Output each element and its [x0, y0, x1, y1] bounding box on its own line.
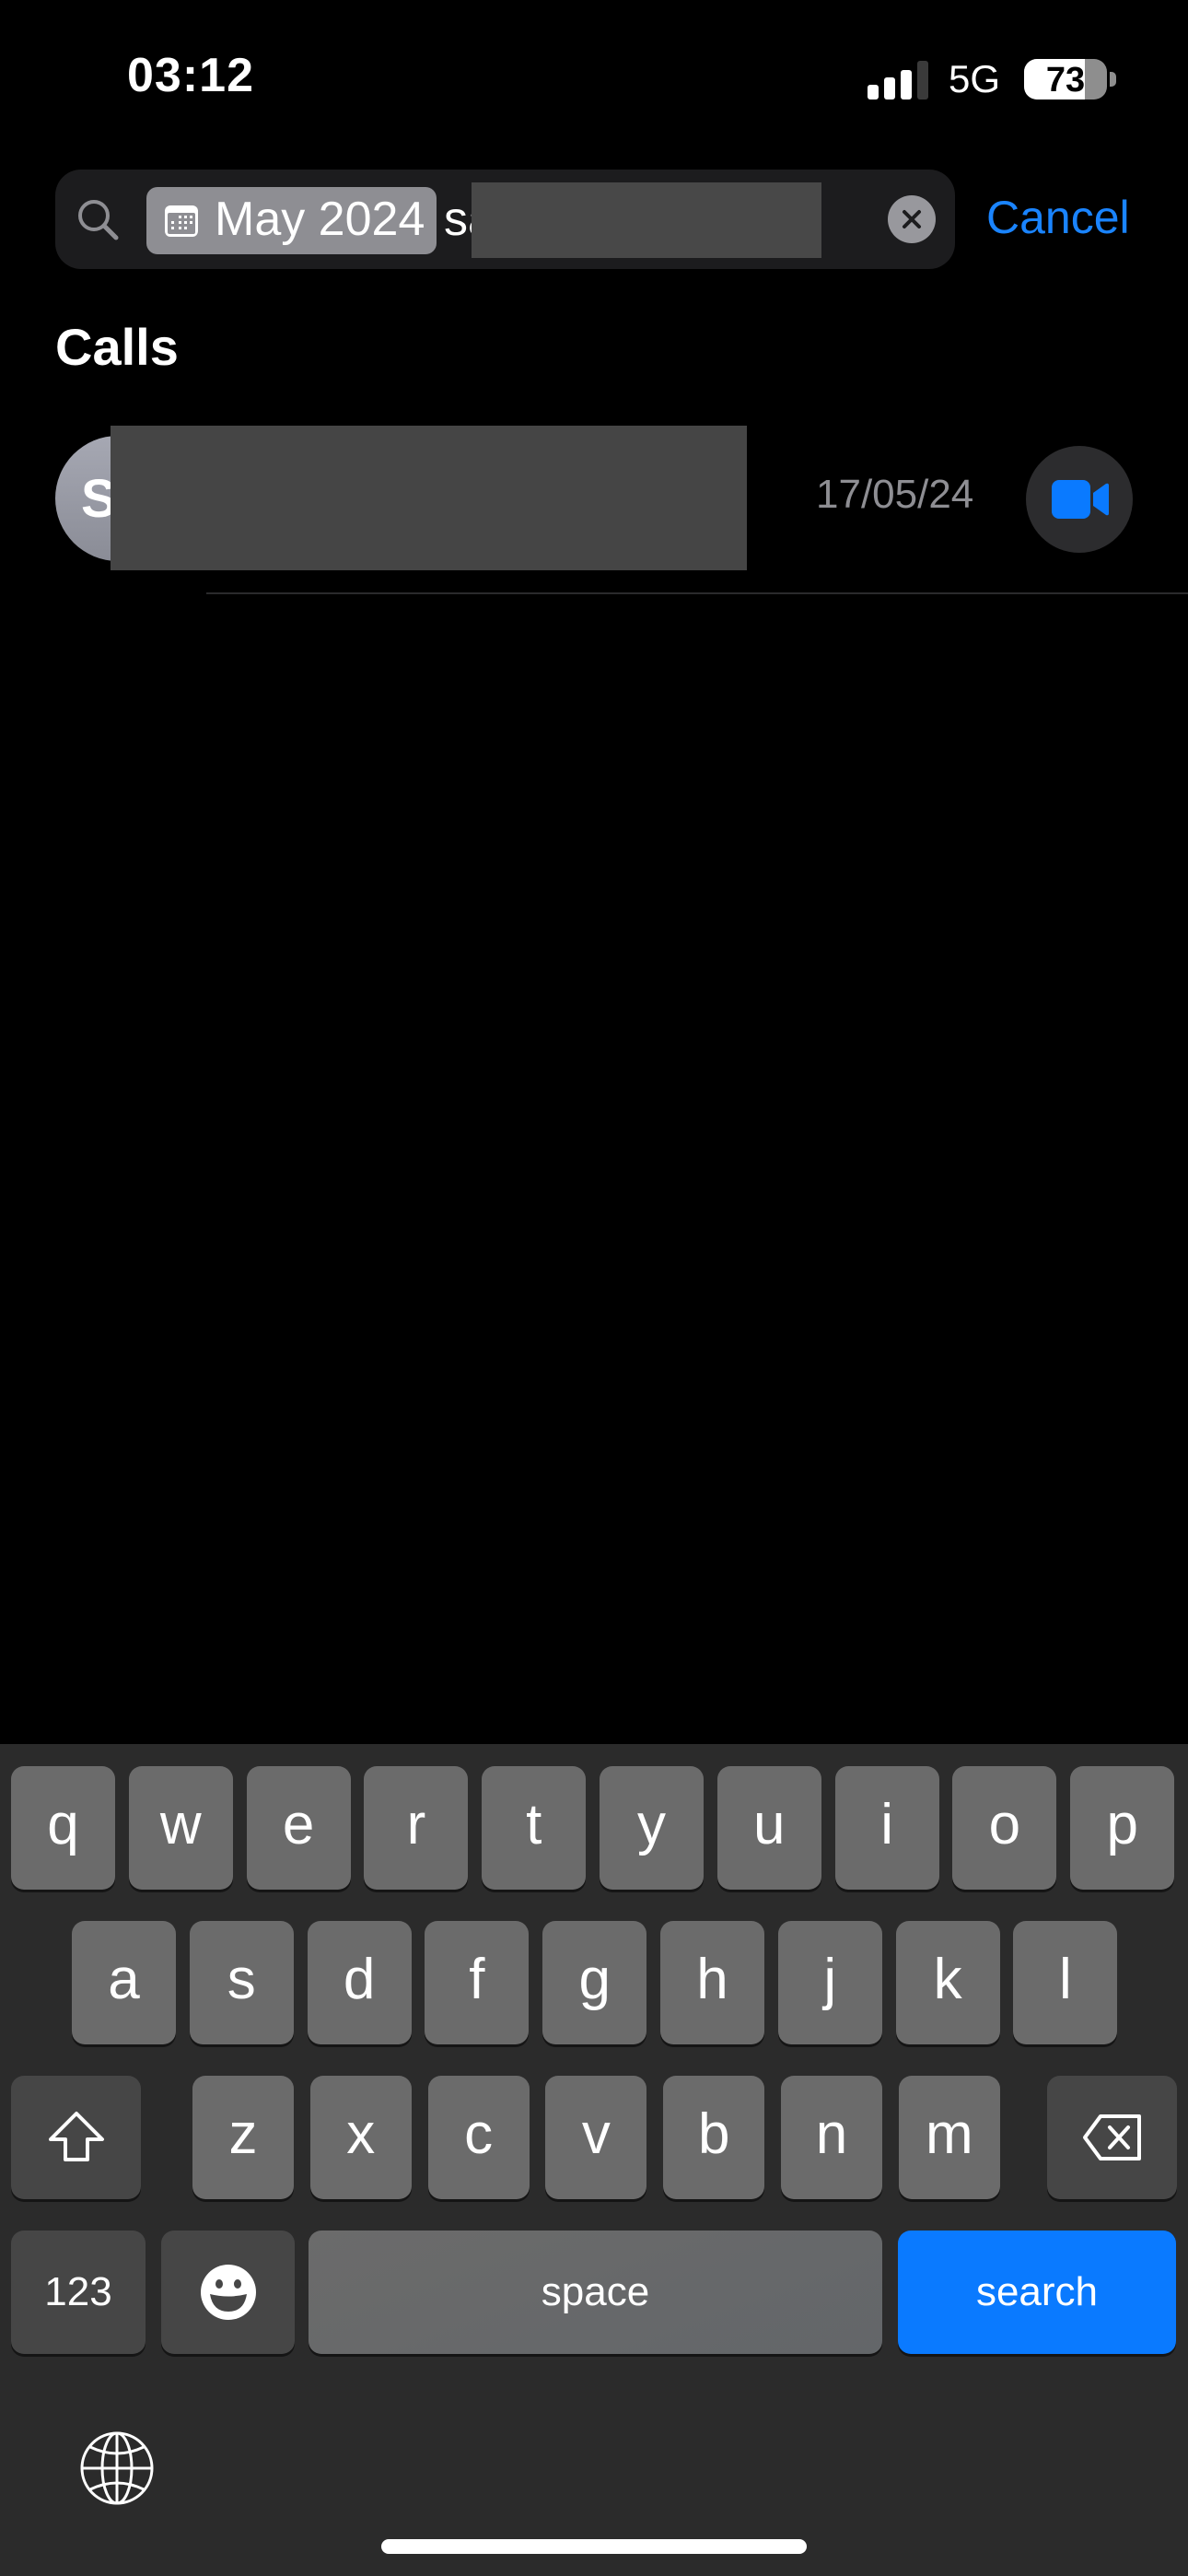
key-label: i: [880, 1792, 893, 1856]
key-y[interactable]: y: [600, 1766, 704, 1890]
numbers-key-label: 123: [44, 2269, 112, 2314]
delete-icon: [1082, 2114, 1141, 2160]
key-b[interactable]: b: [663, 2076, 765, 2199]
space-key[interactable]: space: [309, 2231, 882, 2354]
key-label: h: [696, 1947, 728, 2011]
key-h[interactable]: h: [660, 1921, 764, 2044]
signal-bar: [901, 70, 912, 100]
cellular-signal-icon: [868, 61, 928, 100]
key-label: z: [228, 2102, 258, 2166]
key-label: b: [697, 2102, 730, 2166]
key-q[interactable]: q: [11, 1766, 115, 1890]
key-label: r: [406, 1792, 426, 1856]
key-label: x: [346, 2102, 376, 2166]
redacted-query: [472, 182, 821, 258]
key-label: e: [282, 1792, 315, 1856]
cancel-button[interactable]: Cancel: [986, 190, 1130, 245]
search-key-label: search: [975, 2269, 1099, 2314]
key-p[interactable]: p: [1070, 1766, 1175, 1890]
key-d[interactable]: d: [307, 1921, 412, 2044]
call-date: 17/05/24: [816, 472, 974, 517]
key-i[interactable]: i: [834, 1766, 939, 1890]
key-label: s: [227, 1947, 256, 2011]
clear-search-button[interactable]: [888, 195, 936, 243]
key-label: t: [526, 1792, 542, 1856]
space-key-label: space: [541, 2269, 650, 2314]
key-u[interactable]: u: [716, 1766, 821, 1890]
emoji-icon: [200, 2265, 256, 2320]
key-z[interactable]: z: [192, 2076, 294, 2199]
key-label: v: [581, 2102, 611, 2166]
key-label: a: [108, 1947, 140, 2011]
key-o[interactable]: o: [952, 1766, 1057, 1890]
signal-bar: [917, 61, 928, 100]
shift-key[interactable]: [11, 2076, 141, 2199]
key-label: l: [1059, 1947, 1072, 2011]
shift-icon: [48, 2112, 104, 2161]
signal-bar: [884, 77, 895, 100]
key-label: y: [637, 1792, 666, 1856]
key-label: u: [753, 1792, 786, 1856]
key-label: k: [933, 1947, 962, 2011]
key-l[interactable]: l: [1013, 1921, 1118, 2044]
network-type: 5G: [949, 57, 1001, 100]
date-filter-label: May 2024: [215, 193, 425, 246]
key-x[interactable]: x: [309, 2076, 412, 2199]
redacted-contact-name[interactable]: [111, 426, 747, 570]
key-label: f: [469, 1947, 485, 2011]
globe-icon[interactable]: [77, 2429, 157, 2508]
row-separator: [206, 592, 1188, 594]
calendar-icon: [165, 205, 198, 237]
delete-key[interactable]: [1047, 2076, 1177, 2199]
key-j[interactable]: j: [777, 1921, 882, 2044]
battery-cap: [1110, 72, 1116, 87]
section-title: Calls: [55, 318, 179, 376]
numbers-key[interactable]: 123: [11, 2231, 146, 2354]
battery-percent: 73: [1045, 61, 1086, 100]
video-camera-icon: [1052, 480, 1109, 519]
key-s[interactable]: s: [189, 1921, 294, 2044]
key-label: d: [343, 1947, 376, 2011]
key-n[interactable]: n: [781, 2076, 882, 2199]
key-w[interactable]: w: [128, 1766, 233, 1890]
battery-icon: 73: [1024, 59, 1107, 100]
key-c[interactable]: c: [427, 2076, 530, 2199]
key-label: j: [823, 1947, 837, 2011]
home-indicator[interactable]: [381, 2539, 807, 2554]
key-a[interactable]: a: [72, 1921, 176, 2044]
key-label: n: [815, 2102, 848, 2166]
key-m[interactable]: m: [898, 2076, 1000, 2199]
search-icon: [78, 200, 119, 240]
key-label: q: [47, 1792, 79, 1856]
key-f[interactable]: f: [425, 1921, 530, 2044]
key-label: o: [988, 1792, 1021, 1856]
key-t[interactable]: t: [482, 1766, 587, 1890]
key-g[interactable]: g: [542, 1921, 647, 2044]
key-label: g: [578, 1947, 611, 2011]
key-label: c: [464, 2102, 494, 2166]
key-label: m: [925, 2102, 973, 2166]
key-k[interactable]: k: [895, 1921, 1000, 2044]
signal-bar: [868, 85, 879, 100]
key-r[interactable]: r: [364, 1766, 469, 1890]
status-time: 03:12: [127, 49, 254, 102]
video-call-button[interactable]: [1026, 446, 1133, 553]
emoji-key[interactable]: [161, 2231, 295, 2354]
key-v[interactable]: v: [545, 2076, 647, 2199]
clear-icon: [903, 210, 921, 228]
key-label: w: [159, 1792, 202, 1856]
key-label: p: [1106, 1792, 1138, 1856]
search-key[interactable]: search: [898, 2231, 1176, 2354]
key-e[interactable]: e: [246, 1766, 351, 1890]
